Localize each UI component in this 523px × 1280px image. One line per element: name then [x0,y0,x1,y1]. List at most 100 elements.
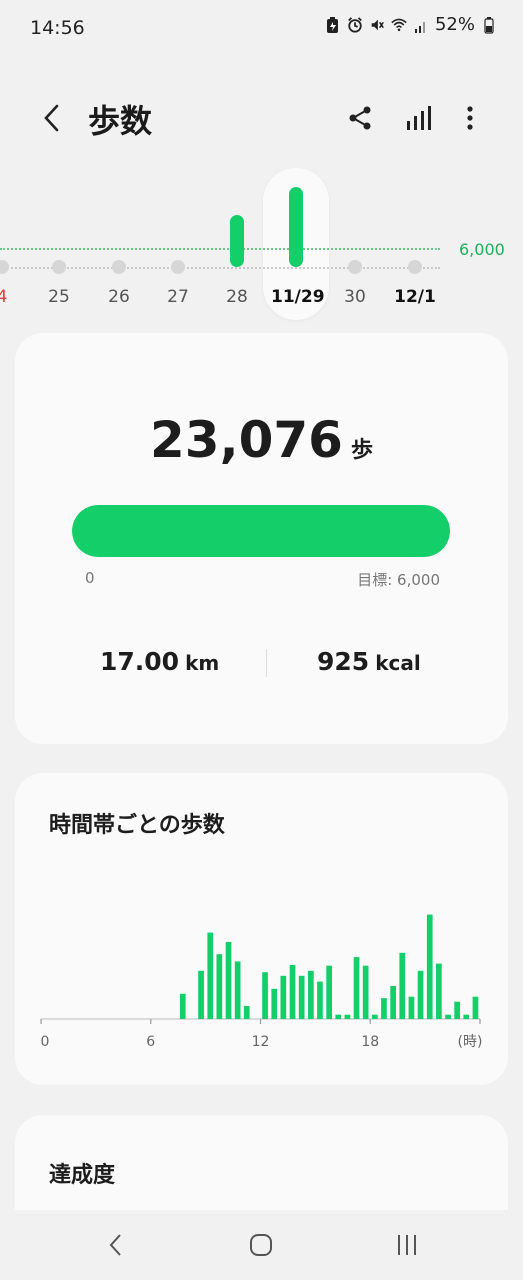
hourly-bar [372,1014,378,1019]
day-dot[interactable] [348,260,362,274]
hourly-bar [243,1006,250,1019]
chart-tick-label: 12 [252,1034,270,1050]
day-dot[interactable] [52,260,66,274]
hourly-bar [326,965,332,1019]
hourly-bar [308,970,314,1019]
day-label[interactable]: 30 [330,287,380,307]
signal-icon [414,21,425,33]
hourly-bar [399,952,406,1019]
hourly-bar [234,961,241,1019]
hourly-bar [298,975,305,1019]
goal-line [0,248,440,250]
steps-progress-bar [72,505,450,557]
hourly-bar [335,1014,342,1019]
hourly-bar [225,942,232,1019]
day-bar[interactable] [230,215,244,267]
day-label[interactable]: 12/1 [390,287,440,307]
day-dot[interactable] [0,260,9,274]
hourly-bar [362,965,369,1019]
hourly-bar [271,988,278,1019]
nav-recents-button[interactable] [382,1225,432,1265]
hourly-bar [390,985,396,1019]
steps-summary-card: 23,076 歩 0 目標: 6,000 17.00 km 925 kcal [15,333,508,744]
hourly-bar [344,1014,351,1019]
status-icons: 52% [325,14,497,35]
hourly-bar [463,1014,470,1019]
alarm-icon [348,16,362,33]
system-nav-bar [0,1210,523,1280]
hourly-steps-chart: 0 6 12 18 (時) [40,914,483,1050]
distance-unit: km [185,651,220,675]
progress-min-label: 0 [85,569,95,587]
hourly-bar [216,954,223,1019]
day-dot[interactable] [408,260,422,274]
hourly-bar [445,1014,451,1019]
hourly-bar [198,970,204,1019]
progress-goal-label: 目標: 6,000 [357,571,440,589]
recents-nav-icon [398,1235,416,1255]
share-button[interactable] [340,98,380,138]
steps-unit: 歩 [350,438,373,463]
hourly-bar [417,970,424,1019]
steps-count: 23,076 [150,411,343,469]
hourly-bar [454,1001,460,1019]
chevron-left-icon [44,104,59,132]
nav-back-button[interactable] [90,1225,140,1265]
distance-stat: 17.00 km [100,647,219,676]
app-header: 歩数 [0,88,523,148]
battery-saver-icon [326,16,338,33]
hourly-bar [207,932,214,1019]
status-time: 14:56 [30,17,85,39]
nav-home-button[interactable] [236,1225,286,1265]
share-icon [349,106,371,130]
hourly-bar [262,972,268,1019]
hourly-bar [317,981,323,1019]
distance-value: 17.00 [100,647,180,676]
day-label[interactable]: 26 [94,287,144,307]
hourly-bar [381,998,387,1019]
baseline [0,267,440,269]
calories-stat: 925 kcal [317,647,421,676]
day-label[interactable]: 25 [34,287,84,307]
day-dot[interactable] [171,260,185,274]
more-icon [467,106,473,130]
calories-value: 925 [317,647,370,676]
status-bar: 14:56 52% [0,0,523,56]
day-dot[interactable] [112,260,126,274]
page-title: 歩数 [88,102,153,140]
chart-tick-label: 18 [361,1034,379,1050]
home-nav-icon [250,1234,272,1256]
day-label[interactable]: 28 [212,287,262,307]
wifi-icon [391,18,407,31]
back-button[interactable] [34,98,68,138]
steps-total: 23,076 歩 [15,411,508,469]
day-label[interactable]: 4 [0,287,27,307]
day-label[interactable]: 27 [153,287,203,307]
more-button[interactable] [450,98,490,138]
day-bar[interactable] [289,187,303,267]
chart-tick-label: 6 [146,1034,155,1050]
day-strip[interactable]: 6,000 4 25 26 27 28 11/29 30 12/1 [0,165,523,325]
chart-icon [407,106,431,130]
hourly-bar [408,996,415,1019]
day-label[interactable]: 11/29 [271,287,325,307]
chart-tick-label: 0 [41,1034,50,1050]
achievement-title: 達成度 [49,1163,116,1188]
hourly-bar [436,963,442,1019]
chart-button[interactable] [398,98,438,138]
chart-unit-label: (時) [458,1034,483,1050]
mute-icon [371,19,384,30]
back-nav-icon [109,1234,121,1256]
hourly-bar [280,975,287,1019]
hourly-bar [472,996,479,1019]
hourly-steps-card[interactable]: 時間帯ごとの歩数 0 6 12 18 (時) [15,773,508,1085]
goal-line-label: 6,000 [459,240,505,259]
battery-icon [484,16,494,34]
hourly-bar [289,965,296,1019]
hourly-bar [353,957,360,1019]
battery-percent: 52% [434,14,475,35]
steps-progress-fill [72,505,450,557]
calories-unit: kcal [375,651,421,675]
hourly-bar [179,993,186,1019]
stat-divider [266,649,267,677]
